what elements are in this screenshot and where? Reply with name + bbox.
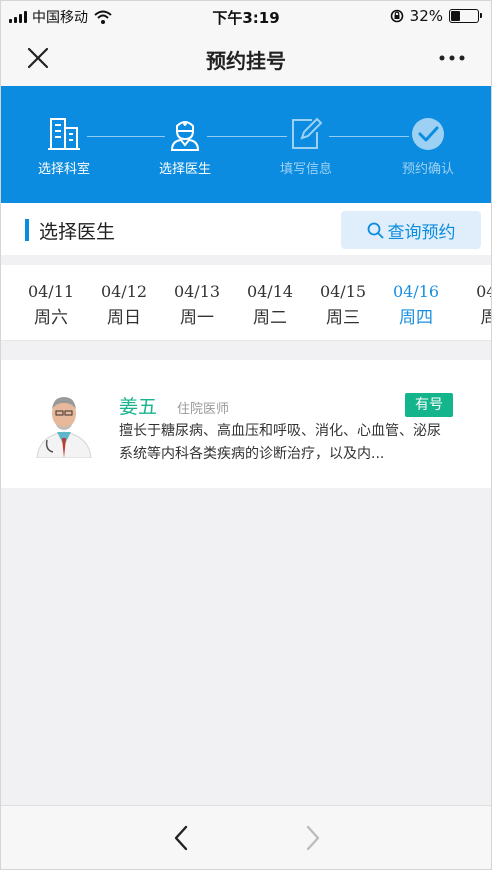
date-tab[interactable]: 04/13 周一 — [167, 282, 227, 328]
weekday-text: 周六 — [34, 308, 68, 328]
date-tab[interactable]: 04/11 周六 — [21, 282, 81, 328]
section-title: 选择医生 — [39, 221, 116, 243]
more-icon[interactable] — [437, 45, 467, 71]
page-title: 预约挂号 — [206, 49, 286, 73]
step-select-department: 选择科室 — [19, 116, 109, 177]
app-screen: 中国移动 下午3:19 32% 预约挂号 选择科室 选择医生 填写信息 预约确认… — [0, 0, 492, 870]
weekday-text: 周 — [459, 303, 492, 328]
section-header: 选择医生 查询预约 — [1, 203, 491, 255]
battery-icon — [449, 9, 482, 23]
doctor-avatar — [31, 384, 97, 458]
weekday-text: 周一 — [180, 308, 214, 328]
check-circle-icon — [412, 118, 444, 150]
status-bar: 中国移动 下午3:19 32% — [1, 1, 491, 31]
nav-bar: 预约挂号 — [1, 31, 491, 86]
edit-icon — [292, 117, 323, 149]
doctor-name: 姜五 — [119, 396, 158, 418]
doctor-description: 擅长于糖尿病、高血压和呼吸、消化、心血管、泌尿系统等内科各类疾病的诊断治疗，以及… — [119, 423, 441, 462]
query-appointment-button[interactable]: 查询预约 — [341, 211, 481, 249]
date-text: 04/16 — [392, 282, 440, 301]
building-icon — [48, 118, 80, 150]
date-text: 04/12 — [100, 282, 148, 301]
back-arrow-icon[interactable] — [169, 824, 193, 852]
date-tab[interactable]: 04/12 周日 — [94, 282, 154, 328]
date-tab[interactable]: 04/ 周 — [459, 282, 491, 328]
progress-steps: 选择科室 选择医生 填写信息 预约确认 — [1, 86, 491, 203]
search-icon — [367, 222, 383, 238]
date-text: 04/15 — [319, 282, 367, 301]
weekday-text: 周三 — [326, 308, 360, 328]
step-label: 填写信息 — [279, 162, 332, 177]
date-text: 04/ — [476, 282, 491, 301]
doctor-card[interactable]: 姜五 住院医师 有号 擅长于糖尿病、高血压和呼吸、消化、心血管、泌尿系统等内科各… — [1, 360, 491, 488]
date-text: 04/13 — [173, 282, 221, 301]
step-confirm: 预约确认 — [383, 116, 473, 177]
status-right: 32% — [390, 7, 482, 25]
query-button-label: 查询预约 — [387, 222, 456, 243]
availability-badge: 有号 — [405, 393, 453, 417]
browser-bottom-bar — [1, 805, 491, 869]
date-tab-selected[interactable]: 04/16 周四 — [386, 282, 446, 328]
step-fill-info: 填写信息 — [261, 116, 351, 177]
step-select-doctor: 选择医生 — [140, 116, 230, 177]
date-tab[interactable]: 04/14 周二 — [240, 282, 300, 328]
battery-percent: 32% — [409, 7, 443, 25]
weekday-text: 周四 — [399, 308, 433, 328]
date-text: 04/14 — [246, 282, 294, 301]
weekday-text: 周二 — [253, 308, 287, 328]
doctor-title: 住院医师 — [177, 402, 230, 417]
battery-level — [451, 11, 460, 21]
section-accent-bar — [25, 219, 29, 241]
date-tab[interactable]: 04/15 周三 — [313, 282, 373, 328]
rotation-lock-icon — [390, 9, 403, 23]
date-text: 04/11 — [27, 282, 75, 301]
step-label: 预约确认 — [401, 162, 454, 177]
date-selector: 04/11 周六 04/12 周日 04/13 周一 04/14 周二 04/1… — [1, 265, 491, 341]
step-label: 选择医生 — [158, 162, 211, 177]
weekday-text: 周日 — [107, 308, 141, 328]
doctor-icon — [170, 121, 200, 151]
forward-arrow-icon — [306, 825, 320, 851]
step-label: 选择科室 — [37, 162, 90, 177]
